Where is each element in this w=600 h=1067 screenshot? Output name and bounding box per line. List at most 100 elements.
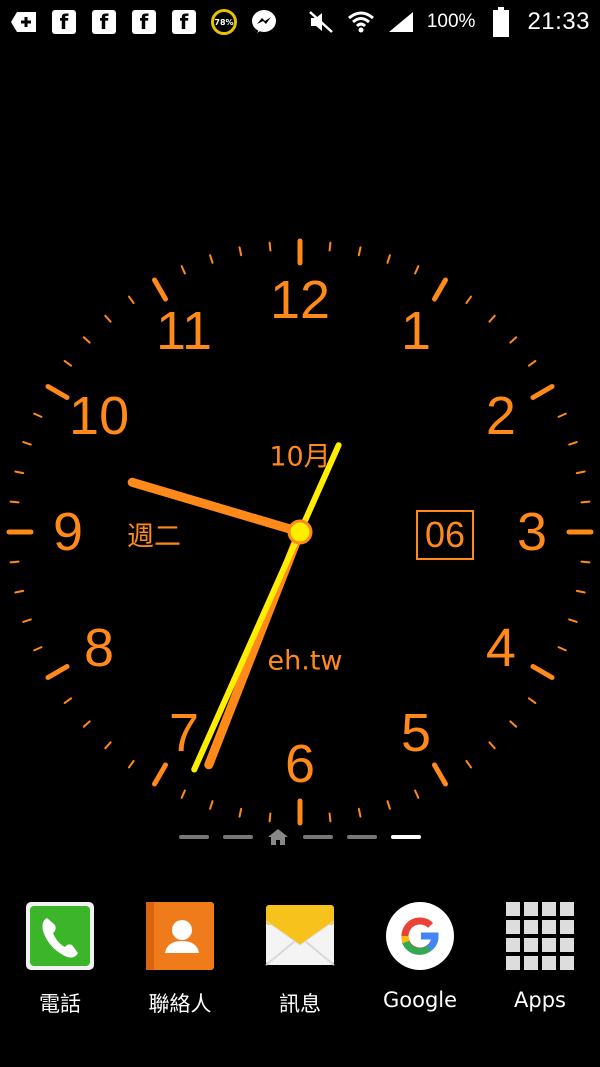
page-dot[interactable] [303, 835, 333, 839]
clock-number-10: 10 [69, 386, 130, 446]
clock-tick [509, 336, 518, 344]
clock-tick [568, 441, 578, 446]
dock-item-contacts[interactable]: 聯絡人 [120, 900, 240, 1018]
clock-tick [386, 800, 391, 810]
clock-number-8: 8 [84, 618, 115, 678]
clock-tick [357, 246, 362, 257]
dock-item-apps[interactable]: Apps [480, 900, 600, 1012]
clock-tick [575, 589, 586, 594]
clock-tick [152, 277, 168, 302]
clock-tick [238, 807, 243, 818]
clock-tick [127, 759, 135, 769]
analog-clock-widget[interactable]: 12 1 2 3 4 5 6 7 8 9 10 11 10月 週二 06 eh.… [0, 220, 600, 840]
clock-tick [414, 789, 420, 799]
month-label: 10月 [269, 441, 331, 473]
second-hand [191, 442, 342, 773]
clock-tick [328, 812, 332, 823]
page-indicator[interactable] [0, 826, 600, 848]
clock-number-11: 11 [155, 301, 213, 362]
clock-tick [63, 697, 73, 705]
contacts-icon[interactable] [144, 900, 216, 972]
google-icon[interactable] [384, 900, 456, 972]
clock-tick [527, 697, 537, 705]
clock-number-6: 6 [284, 734, 316, 794]
dock-item-phone[interactable]: 電話 [0, 900, 120, 1018]
clock-tick [386, 254, 391, 264]
weekday-label: 週二 [127, 521, 181, 553]
phone-icon[interactable] [24, 900, 96, 972]
app-dock: 電話 聯絡人 訊息 Google Apps [0, 900, 600, 1040]
clock-tick [465, 759, 473, 769]
plus-notification-icon [10, 8, 38, 36]
clock-tick [45, 664, 70, 680]
clock-tick [9, 560, 20, 564]
page-dot[interactable] [223, 835, 253, 839]
clock-tick [509, 720, 518, 728]
facebook-icon: f [90, 8, 118, 36]
home-page-icon[interactable] [267, 828, 289, 846]
clock-tick [45, 384, 70, 400]
messenger-icon [250, 8, 278, 36]
page-dot-active[interactable] [391, 835, 421, 839]
dock-label: 電話 [39, 992, 81, 1016]
clock-tick [22, 441, 32, 446]
clock-tick [580, 560, 591, 564]
clock-tick [63, 359, 73, 367]
facebook-icon: f [170, 8, 198, 36]
status-time: 21:33 [527, 8, 590, 35]
clock-tick [14, 470, 25, 475]
clock-tick [180, 789, 186, 799]
status-bar: f f f f 78% 100% 21:33 [0, 0, 600, 44]
clock-tick [465, 295, 473, 305]
clock-tick [33, 412, 43, 418]
clock-tick [357, 807, 362, 818]
clock-number-2: 2 [485, 386, 516, 446]
clock-tick [14, 589, 25, 594]
brand-text: eh.tw [267, 645, 343, 677]
clock-number-1: 1 [400, 301, 432, 362]
clock-center-cap [287, 519, 313, 545]
clock-tick [82, 336, 91, 344]
clock-number-3: 3 [516, 502, 548, 562]
dock-label: Google [382, 988, 458, 1012]
clock-tick [557, 646, 567, 652]
clock-tick [328, 241, 332, 252]
date-day-box: 06 [416, 510, 474, 560]
wifi-icon [347, 8, 375, 36]
clock-tick [568, 618, 578, 623]
clock-tick [414, 265, 420, 275]
clock-number-9: 9 [52, 502, 84, 562]
date-day: 06 [424, 514, 466, 555]
facebook-icon: f [130, 8, 158, 36]
clock-tick [432, 277, 448, 302]
messages-icon[interactable] [264, 900, 336, 972]
dock-label: 聯絡人 [148, 992, 212, 1016]
clock-tick [557, 412, 567, 418]
clock-tick [104, 741, 112, 750]
battery-percent: 100% [426, 11, 476, 32]
clock-tick [22, 618, 32, 623]
clock-tick [127, 295, 135, 305]
dock-label: Apps [514, 988, 566, 1012]
clock-tick [9, 500, 20, 504]
dock-item-messages[interactable]: 訊息 [240, 900, 360, 1018]
clock-number-5: 5 [400, 702, 432, 763]
clock-tick [530, 384, 555, 400]
clock-tick [238, 246, 243, 257]
clock-number-4: 4 [485, 618, 516, 678]
dock-item-google[interactable]: Google [360, 900, 480, 1012]
battery-saver-icon: 78% [210, 8, 238, 36]
page-dot[interactable] [347, 835, 377, 839]
clock-tick [82, 720, 91, 728]
page-dot[interactable] [179, 835, 209, 839]
mute-icon [307, 8, 335, 36]
clock-tick [575, 470, 586, 475]
apps-grid-icon[interactable] [504, 900, 576, 972]
clock-tick [33, 646, 43, 652]
clock-tick [580, 500, 591, 504]
battery-icon [487, 7, 515, 37]
clock-tick [488, 741, 496, 750]
clock-tick [152, 762, 168, 787]
clock-tick [432, 762, 448, 787]
clock-tick [209, 800, 214, 810]
